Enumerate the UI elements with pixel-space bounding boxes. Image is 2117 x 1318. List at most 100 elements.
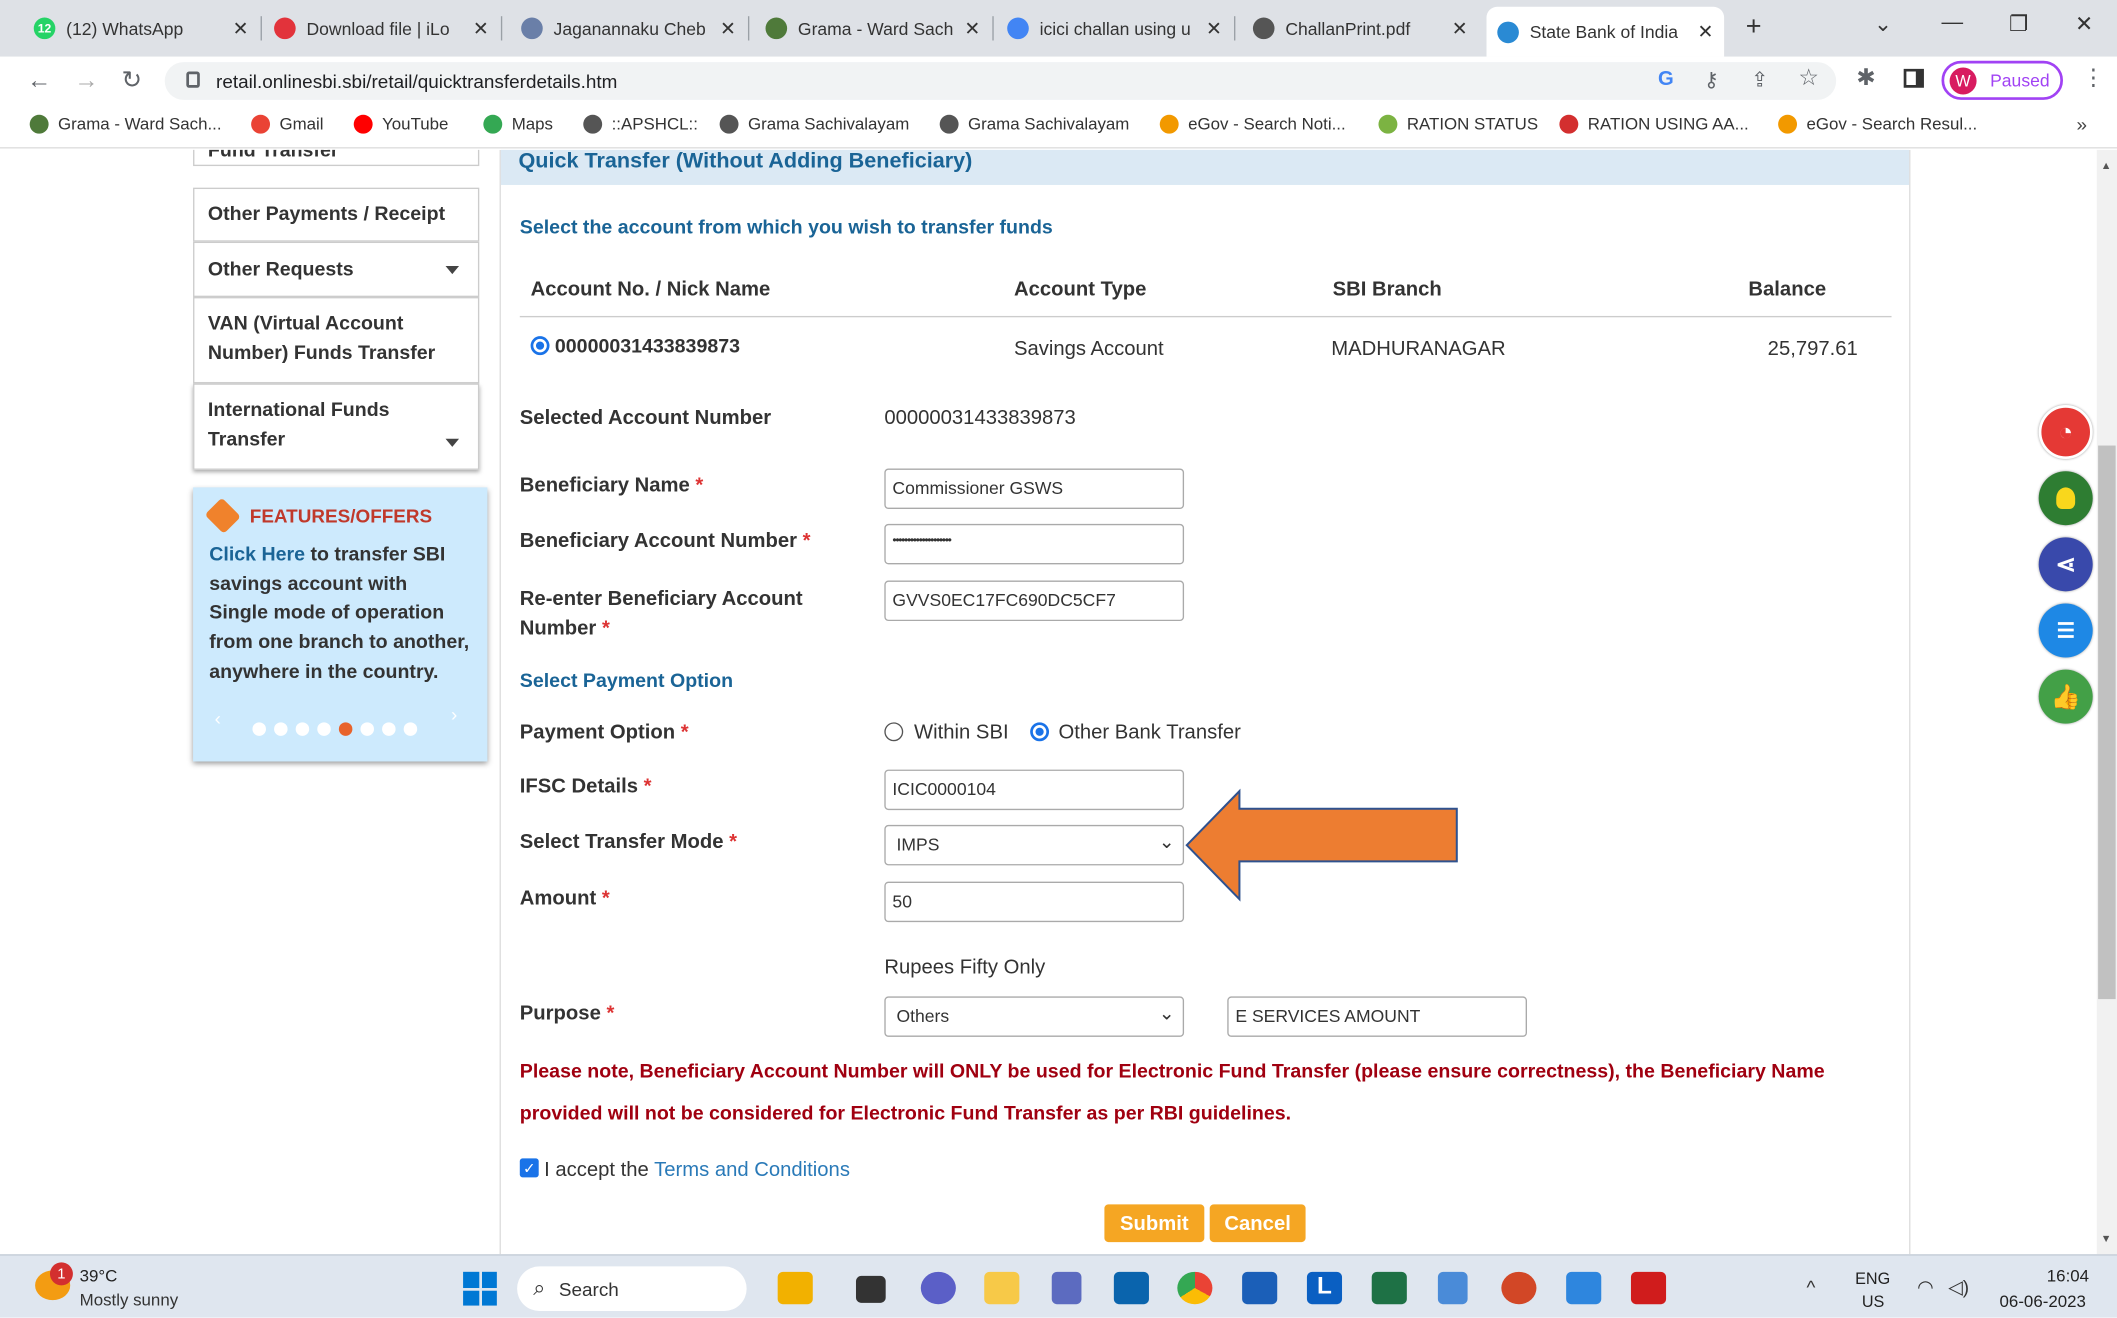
beneficiary-account-input[interactable]: •••••••••••••••••••• [884, 523, 1185, 565]
lang-label[interactable]: ENG [1855, 1269, 1890, 1288]
powerpoint-icon[interactable] [1501, 1271, 1537, 1305]
windows-start-icon[interactable] [463, 1271, 497, 1306]
tray-chevron-up-icon[interactable]: ^ [1806, 1276, 1815, 1298]
teams-chat-icon[interactable] [920, 1271, 956, 1305]
region-label[interactable]: US [1862, 1292, 1885, 1311]
wifi-icon[interactable]: ◠ [1917, 1276, 1933, 1299]
close-tab-icon[interactable]: ✕ [473, 17, 489, 40]
sidebar-item-international-transfer[interactable]: International Funds Transfer [193, 383, 480, 470]
clock-time[interactable]: 16:04 [2047, 1266, 2089, 1285]
carousel-dot[interactable] [295, 722, 310, 736]
scroll-down-icon[interactable]: ▼ [2101, 1233, 2112, 1245]
clock-date[interactable]: 06-06-2023 [2000, 1292, 2086, 1311]
close-tab-icon[interactable]: ✕ [1206, 17, 1222, 40]
minimize-button[interactable]: — [1941, 11, 1963, 35]
sidebar-item-other-payments[interactable]: Other Payments / Receipt [193, 187, 480, 242]
other-bank-radio[interactable] [1030, 722, 1050, 742]
scrollbar-thumb[interactable] [2098, 445, 2116, 1000]
excel-icon[interactable] [1371, 1271, 1407, 1305]
share-icon[interactable]: ⋖ [2038, 537, 2093, 592]
share-page-icon[interactable]: ⇪ [1751, 68, 1768, 92]
scroll-up-icon[interactable]: ▲ [2101, 159, 2112, 171]
kebab-menu-icon[interactable]: ⋮ [2082, 65, 2105, 92]
bulb-icon[interactable] [2038, 471, 2093, 526]
tab-1[interactable]: 12 (12) WhatsApp ✕ [23, 9, 259, 47]
carousel-dot[interactable] [382, 722, 396, 736]
close-tab-icon[interactable]: ✕ [233, 17, 249, 40]
work-bag-app-icon[interactable] [777, 1271, 813, 1305]
carousel-dot[interactable] [403, 722, 418, 736]
carousel-dot[interactable] [338, 722, 353, 736]
key-icon[interactable]: ⚷ [1704, 68, 1719, 92]
chrome-app-icon[interactable] [1177, 1271, 1213, 1305]
bookmark-item[interactable]: eGov - Search Resul... [1778, 114, 1977, 134]
carousel-dot[interactable] [252, 722, 266, 736]
bookmark-item[interactable]: Gmail [251, 114, 324, 134]
calculator-icon[interactable] [1051, 1271, 1082, 1305]
thumbs-up-icon[interactable]: 👍 [2038, 669, 2093, 724]
bookmark-item[interactable]: eGov - Search Noti... [1159, 114, 1346, 134]
url-text[interactable]: retail.onlinesbi.sbi/retail/quicktransfe… [216, 70, 617, 92]
sidebar-item-fund-transfer[interactable]: Fund Transfer [193, 149, 480, 167]
tab-5[interactable]: icici challan using u ✕ [996, 9, 1232, 47]
carousel-prev-icon[interactable]: ‹ [215, 707, 221, 729]
mail-icon[interactable] [1113, 1271, 1149, 1305]
tab-3[interactable]: Jaganannaku Cheb ✕ [510, 9, 746, 47]
ifsc-input[interactable]: ICIC0000104 [884, 769, 1185, 811]
close-tab-icon[interactable]: ✕ [1452, 17, 1468, 40]
bookmark-item[interactable]: YouTube [353, 114, 448, 134]
click-here-link[interactable]: Click Here [209, 544, 305, 566]
sidebar-item-other-requests[interactable]: Other Requests [193, 241, 480, 298]
reenter-account-input[interactable]: GVVS0EC17FC690DC5CF7 [884, 580, 1185, 622]
reload-icon[interactable]: ↻ [122, 66, 142, 94]
side-panel-icon[interactable] [1903, 68, 1924, 88]
l-app-icon[interactable]: L [1306, 1271, 1343, 1305]
amount-input[interactable]: 50 [884, 881, 1185, 923]
forward-icon[interactable]: → [74, 66, 98, 94]
extensions-icon[interactable]: ✱ [1856, 65, 1875, 92]
bookmark-item[interactable]: Grama - Ward Sach... [29, 114, 222, 134]
beneficiary-name-input[interactable]: Commissioner GSWS [884, 468, 1185, 509]
bookmark-item[interactable]: Grama Sachivalayam [939, 114, 1129, 134]
bookmark-item[interactable]: Maps [483, 114, 553, 134]
profile-list-icon[interactable]: ☰ [2038, 603, 2093, 658]
google-translate-icon[interactable]: G [1658, 68, 1674, 91]
tab-6[interactable]: ChallanPrint.pdf ✕ [1242, 9, 1478, 47]
accept-checkbox[interactable]: ✓ [519, 1158, 539, 1178]
tab-2[interactable]: Download file | iLo ✕ [263, 9, 499, 47]
tab-4[interactable]: Grama - Ward Sach ✕ [755, 9, 991, 47]
history-icon[interactable]: ◔ [2038, 405, 2093, 460]
bookmark-item[interactable]: Grama Sachivalayam [719, 114, 909, 134]
task-view-icon[interactable] [855, 1275, 886, 1303]
within-sbi-radio[interactable] [884, 722, 904, 742]
file-explorer-icon[interactable] [984, 1271, 1020, 1305]
photos-icon[interactable] [1566, 1271, 1602, 1305]
account-radio[interactable] [530, 336, 550, 356]
new-tab-button[interactable]: + [1746, 12, 1762, 43]
bookmark-item[interactable]: RATION STATUS [1378, 114, 1538, 134]
close-window-button[interactable]: ✕ [2075, 11, 2093, 38]
speaker-icon[interactable]: ◁) [1948, 1276, 1969, 1299]
bookmark-item[interactable]: RATION USING AA... [1559, 114, 1749, 134]
transfer-mode-select[interactable]: IMPS ⌄ [884, 824, 1185, 866]
store-icon[interactable] [1242, 1271, 1278, 1305]
close-tab-icon[interactable]: ✕ [1697, 20, 1713, 43]
purpose-select[interactable]: Others ⌄ [884, 996, 1185, 1037]
profile-chip[interactable]: W Paused [1941, 60, 2063, 100]
restore-button[interactable]: ❐ [2009, 11, 2028, 38]
pdf-reader-icon[interactable] [1630, 1271, 1667, 1305]
tab-7[interactable]: State Bank of India ✕ [1486, 6, 1725, 57]
bookmarks-overflow-icon[interactable]: » [2077, 113, 2088, 135]
purpose-remark-input[interactable]: E SERVICES AMOUNT [1227, 996, 1527, 1037]
carousel-dot[interactable] [317, 722, 331, 736]
star-icon[interactable]: ☆ [1798, 65, 1819, 92]
taskbar-search-box[interactable]: ⌕ Search [517, 1266, 747, 1311]
tab-search-chevron-icon[interactable]: ⌄ [1874, 11, 1892, 38]
bookmark-item[interactable]: ::APSHCL:: [583, 114, 698, 134]
carousel-next-icon[interactable]: › [451, 703, 457, 725]
cancel-button[interactable]: Cancel [1209, 1204, 1306, 1243]
snipping-tool-icon[interactable] [1437, 1271, 1468, 1305]
close-tab-icon[interactable]: ✕ [964, 17, 980, 40]
terms-link[interactable]: Terms and Conditions [654, 1158, 850, 1181]
carousel-dot[interactable] [360, 722, 374, 736]
